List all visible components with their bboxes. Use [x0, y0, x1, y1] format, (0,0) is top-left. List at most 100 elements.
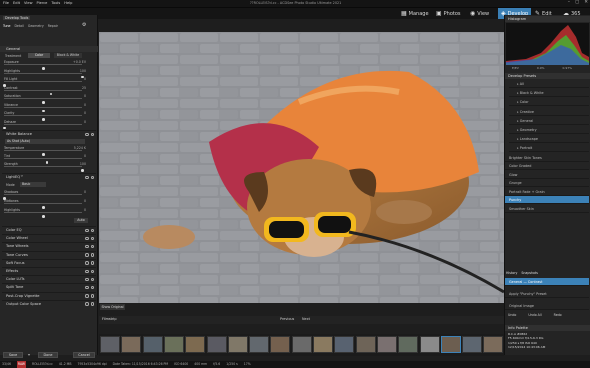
menu-view[interactable]: View [24, 1, 33, 5]
cancel-button[interactable]: Cancel [73, 352, 95, 358]
preset-group-all[interactable]: ▸ All [509, 80, 589, 88]
previous-button[interactable]: Previous [280, 317, 294, 321]
toggle-icon[interactable] [90, 228, 94, 232]
toggle-icon[interactable] [90, 277, 94, 282]
treatment-color-button[interactable]: Color [28, 53, 50, 58]
toggle-icon[interactable] [90, 269, 94, 273]
section-tone-wheels[interactable]: Tone Wheels [2, 242, 96, 249]
menu-edit[interactable]: Edit [13, 1, 20, 5]
section-output-color-space[interactable]: Output Color Space [2, 299, 96, 307]
slider-value[interactable]: 0 [84, 103, 86, 107]
slider-value[interactable]: 0 [84, 111, 86, 115]
slider-track[interactable] [4, 106, 82, 112]
tab-tune[interactable]: Tune [3, 24, 10, 28]
slider-handle[interactable] [81, 169, 84, 172]
slider-track[interactable] [4, 150, 82, 156]
slider-track[interactable] [3, 194, 82, 200]
toggle-icon[interactable] [90, 285, 94, 290]
filmstrip-thumbnail[interactable] [121, 336, 142, 353]
preset-group-geometry[interactable]: ▸ Geometry [509, 126, 589, 134]
tab-snapshots[interactable]: Snapshots [521, 271, 538, 275]
filmstrip-thumbnail[interactable] [440, 336, 461, 353]
undo-all-button[interactable]: Undo All [528, 313, 541, 317]
settings-gear-icon[interactable]: ⚙ [82, 22, 86, 28]
history-item[interactable]: Apply "Punchy" Preset [505, 290, 589, 298]
lighteq-mode-select[interactable]: Basic [20, 182, 46, 187]
section-post-crop-vignette[interactable]: Post-Crop Vignette [2, 291, 96, 299]
section-split-tone[interactable]: Split Tone [2, 283, 96, 290]
slider-track[interactable] [4, 115, 82, 121]
mode-photos[interactable]: ▣ Photos [436, 8, 461, 19]
filmstrip-thumbnail[interactable] [291, 336, 312, 353]
reset-icon[interactable] [85, 261, 89, 265]
slider-track[interactable] [4, 98, 82, 104]
preset-item[interactable]: Grunge [505, 179, 589, 188]
tab-history[interactable]: History [506, 271, 517, 275]
preset-group-landscape[interactable]: ▸ Landscape [509, 135, 589, 144]
tab-geometry[interactable]: Geometry [28, 24, 44, 28]
minimize-icon[interactable]: – [568, 0, 570, 5]
next-button[interactable]: Next [302, 317, 310, 321]
slider-track[interactable] [4, 203, 82, 209]
menu-pierce[interactable]: Pierce [37, 1, 48, 5]
section-color-luts[interactable]: Color LUTs [2, 275, 96, 282]
toggle-icon[interactable] [90, 261, 94, 265]
close-icon[interactable]: ✕ [584, 0, 588, 5]
filmstrip-thumbnail[interactable] [163, 336, 184, 353]
slider-handle[interactable] [3, 126, 6, 129]
save-button[interactable]: Save [3, 352, 23, 358]
reset-icon[interactable] [85, 244, 89, 249]
slider-track[interactable] [3, 123, 82, 129]
slider-track[interactable] [4, 212, 82, 218]
section-soft-focus[interactable]: Soft Focus [2, 258, 96, 266]
preset-item[interactable]: Brighter Skin Tones [505, 154, 589, 162]
reset-icon[interactable] [85, 302, 89, 306]
wb-preset-select[interactable]: As Shot (Auto) [5, 139, 85, 144]
preset-group-portrait[interactable]: ▸ Portrait [509, 144, 589, 153]
reset-icon[interactable] [85, 285, 89, 290]
toggle-icon[interactable] [90, 253, 94, 257]
history-item[interactable]: General — Contrast [505, 278, 589, 286]
maximize-icon[interactable]: ▢ [575, 0, 579, 5]
preset-group-creative[interactable]: ▸ Creative [509, 108, 589, 116]
reset-icon[interactable] [85, 236, 89, 241]
filmstrip-thumbnail[interactable] [376, 336, 397, 353]
treatment-bw-button[interactable]: Black & White [54, 53, 82, 58]
filmstrip-thumbnail[interactable] [206, 336, 227, 353]
preset-item[interactable]: Portrait Fade + Grain [505, 188, 589, 196]
toggle-icon[interactable] [90, 302, 94, 306]
redo-button[interactable]: Redo [554, 313, 562, 317]
reset-icon[interactable] [85, 132, 89, 136]
preset-group-black-white[interactable]: ▸ Black & White [509, 89, 589, 98]
filmstrip-thumbnail[interactable] [313, 336, 333, 353]
reset-icon[interactable] [85, 253, 89, 257]
undo-button[interactable]: Undo [508, 313, 516, 317]
show-original-button[interactable]: Show Original [100, 304, 125, 310]
preset-group-color[interactable]: ▸ Color [509, 98, 589, 107]
menu-file[interactable]: File [3, 1, 9, 5]
slider-track[interactable] [4, 158, 82, 164]
slider-track[interactable] [4, 166, 84, 172]
tab-repair[interactable]: Repair [48, 24, 58, 28]
reset-icon[interactable] [85, 175, 89, 179]
lighteq-header[interactable]: LightEQ™ [2, 173, 96, 180]
mode-manage[interactable]: ▦ Manage [401, 8, 429, 19]
slider-track[interactable] [4, 64, 82, 70]
filmstrip-thumbnail[interactable] [334, 336, 355, 353]
reset-icon[interactable] [85, 269, 89, 273]
slider-value[interactable]: 25 [82, 86, 86, 90]
reset-icon[interactable] [85, 294, 89, 298]
slider-value[interactable]: 0 [84, 208, 86, 212]
filmstrip-thumbnail[interactable] [100, 336, 120, 353]
general-header[interactable]: General [0, 46, 98, 52]
section-tone-curves[interactable]: Tone Curves [2, 250, 96, 258]
toggle-icon[interactable] [90, 132, 94, 136]
slider-track[interactable] [4, 89, 82, 95]
filmstrip-thumbnail[interactable] [419, 336, 440, 353]
slider-value[interactable]: 0 [84, 199, 86, 203]
white-balance-header[interactable]: White Balance [2, 130, 96, 137]
section-effects[interactable]: Effects [2, 267, 96, 274]
slider-value[interactable]: 0 [84, 120, 86, 124]
filmstrip-thumbnail[interactable] [483, 336, 504, 353]
preset-group-general[interactable]: ▸ General [509, 117, 589, 125]
